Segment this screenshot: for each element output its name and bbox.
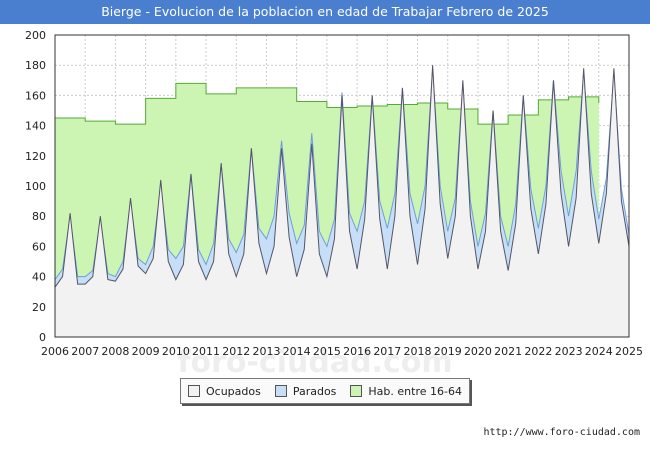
legend-label-ocupados: Ocupados <box>205 384 261 398</box>
legend-item-ocupados: Ocupados <box>187 384 261 398</box>
y-tick-label: 60 <box>32 240 46 253</box>
x-tick-label: 2008 <box>101 345 129 358</box>
x-tick-label: 2024 <box>585 345 613 358</box>
legend-swatch-parados <box>274 385 287 397</box>
y-tick-label: 100 <box>25 180 46 193</box>
y-tick-label: 80 <box>32 210 46 223</box>
y-tick-label: 0 <box>39 331 46 344</box>
legend-swatch-ocupados <box>187 385 200 397</box>
x-tick-label: 2012 <box>222 345 250 358</box>
chart-frame: Bierge - Evolucion de la poblacion en ed… <box>0 0 650 450</box>
y-tick-label: 40 <box>32 271 46 284</box>
x-tick-label: 2011 <box>192 345 220 358</box>
legend: Ocupados Parados Hab. entre 16-64 <box>180 378 470 404</box>
legend-item-hab: Hab. entre 16-64 <box>350 385 462 398</box>
legend-swatch-hab <box>350 385 363 397</box>
x-tick-label: 2023 <box>555 345 583 358</box>
x-tick-label: 2010 <box>162 345 190 358</box>
x-tick-label: 2015 <box>313 345 341 358</box>
x-tick-label: 2022 <box>524 345 552 358</box>
x-tick-label: 2019 <box>434 345 462 358</box>
legend-label-hab: Hab. entre 16-64 <box>368 384 462 398</box>
y-tick-label: 140 <box>25 120 46 133</box>
x-tick-label: 2016 <box>343 345 371 358</box>
x-tick-label: 2014 <box>283 345 311 358</box>
x-tick-label: 2009 <box>132 345 160 358</box>
legend-label-parados: Parados <box>292 384 337 398</box>
x-tick-label: 2007 <box>71 345 99 358</box>
x-tick-label: 2006 <box>41 345 69 358</box>
y-tick-label: 200 <box>25 29 46 42</box>
x-tick-label: 2017 <box>373 345 401 358</box>
y-tick-label: 120 <box>25 150 46 163</box>
source-link[interactable]: http://www.foro-ciudad.com <box>483 427 640 438</box>
x-tick-label: 2013 <box>252 345 280 358</box>
x-tick-label: 2018 <box>404 345 432 358</box>
y-tick-label: 180 <box>25 59 46 72</box>
x-tick-label: 2025 <box>615 345 643 358</box>
y-tick-label: 160 <box>25 89 46 102</box>
y-axis: 0 20 40 60 80 100 120 140 160 180 200 <box>25 29 46 344</box>
legend-item-parados: Parados <box>274 384 337 398</box>
x-tick-label: 2020 <box>464 345 492 358</box>
x-tick-label: 2021 <box>494 345 522 358</box>
y-tick-label: 20 <box>32 301 46 314</box>
